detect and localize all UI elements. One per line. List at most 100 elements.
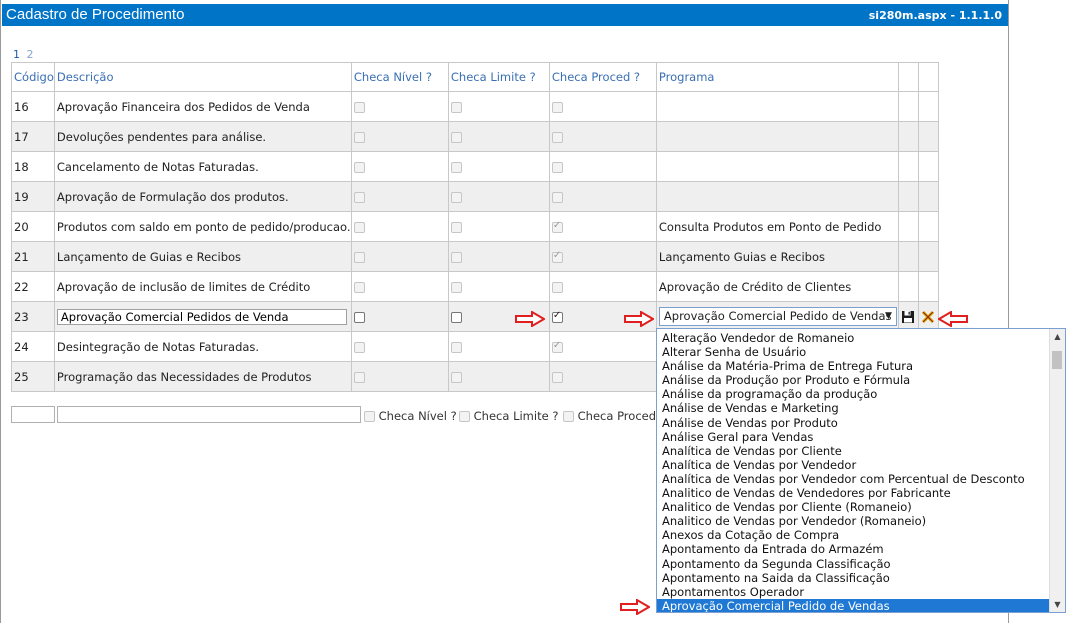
save-floppy-icon[interactable] (901, 310, 915, 324)
dropdown-option[interactable]: Análise Geral para Vendas (657, 430, 1051, 444)
dropdown-option[interactable]: Análise da programação da produção (657, 387, 1051, 401)
row-limite (447, 361, 550, 392)
table-row[interactable]: 19 Aprovação de Formulação dos produtos. (11, 181, 939, 212)
scroll-down-icon[interactable]: ▼ (1050, 597, 1065, 612)
row-nivel (350, 271, 449, 302)
limite-checkbox[interactable] (450, 251, 462, 263)
col-header-desc[interactable]: Descrição (53, 62, 352, 92)
col-header-programa[interactable]: Programa (655, 62, 899, 92)
table-row[interactable]: 20 Produtos com saldo em ponto de pedido/… (11, 211, 939, 242)
table-row-editing[interactable]: 23 Aprovação Comercial Pedido de Vendas▼ (11, 301, 939, 332)
row-desc: Aprovação Financeira dos Pedidos de Vend… (53, 91, 352, 122)
new-nivel-checkbox[interactable] (364, 411, 375, 422)
limite-checkbox[interactable] (450, 101, 462, 113)
dropdown-option[interactable]: Análise de Vendas e Marketing (657, 401, 1051, 415)
new-desc-input[interactable] (57, 406, 361, 423)
programa-dropdown-list[interactable]: Alteração Vendedor de Romaneio Alterar Se… (656, 328, 1066, 613)
nivel-checkbox[interactable] (353, 251, 365, 263)
new-code-input[interactable] (11, 406, 55, 423)
proced-checkbox[interactable] (551, 101, 563, 113)
row-code: 21 (11, 241, 55, 272)
new-limite-checkbox[interactable] (459, 411, 470, 422)
col-header-limite[interactable]: Checa Limite ? (447, 62, 550, 92)
proced-checkbox[interactable] (551, 131, 563, 143)
dropdown-option[interactable]: Analítica de Vendas por Vendedor (657, 458, 1051, 472)
dropdown-option[interactable]: Analítica de Vendas por Cliente (657, 444, 1051, 458)
nivel-checkbox[interactable] (353, 101, 365, 113)
dropdown-options: Alteração Vendedor de Romaneio Alterar Se… (657, 331, 1051, 612)
proced-checkbox[interactable] (551, 340, 563, 353)
table-row[interactable]: 17 Devoluções pendentes para análise. (11, 121, 939, 152)
dropdown-option[interactable]: Análise da Matéria-Prima de Entrega Futu… (657, 359, 1051, 373)
desc-edit-input[interactable] (56, 308, 347, 325)
proced-checkbox[interactable] (551, 250, 563, 263)
row-proced (548, 271, 657, 302)
limite-checkbox[interactable] (450, 161, 462, 173)
dropdown-caret-icon[interactable]: ▼ (885, 308, 892, 325)
row-action-1 (897, 271, 919, 302)
proced-checkbox[interactable] (551, 191, 563, 203)
proced-checkbox[interactable] (551, 310, 563, 323)
dropdown-option[interactable]: Anexos da Cotação de Compra (657, 528, 1051, 542)
dropdown-option[interactable]: Analitico de Vendas por Cliente (Romanei… (657, 500, 1051, 514)
dropdown-option[interactable]: Apontamento da Segunda Classificação (657, 557, 1051, 571)
proced-checkbox[interactable] (551, 371, 563, 383)
nivel-checkbox[interactable] (353, 281, 365, 293)
row-desc: Cancelamento de Notas Faturadas. (53, 151, 352, 182)
col-header-nivel[interactable]: Checa Nível ? (350, 62, 449, 92)
table-row[interactable]: 22 Aprovação de inclusão de limites de Cr… (11, 271, 939, 302)
nivel-checkbox[interactable] (353, 221, 365, 233)
limite-checkbox[interactable] (450, 221, 462, 233)
nivel-checkbox[interactable] (353, 191, 365, 203)
proced-checkbox[interactable] (551, 281, 563, 293)
nivel-checkbox[interactable] (353, 371, 365, 383)
dropdown-option[interactable]: Aprovação Comercial Pedido de Vendas (657, 598, 1051, 612)
cancel-x-icon[interactable] (921, 310, 935, 324)
dropdown-option[interactable]: Analitico de Vendas de Vendedores por Fa… (657, 486, 1051, 500)
row-proced (548, 361, 657, 392)
row-desc: Aprovação de inclusão de limites de Créd… (53, 271, 352, 302)
dropdown-option[interactable]: Análise de Vendas por Produto (657, 416, 1051, 430)
limite-checkbox[interactable] (450, 131, 462, 143)
dropdown-option[interactable]: Apontamento na Saida da Classificação (657, 571, 1051, 585)
table-row[interactable]: 21Lançamento de Guias e Recibos Lançament… (11, 241, 939, 272)
row-nivel (350, 121, 449, 152)
row-code: 24 (11, 331, 55, 362)
table-row[interactable]: 16 Aprovação Financeira dos Pedidos de Ve… (11, 91, 939, 122)
col-header-code[interactable]: Código (11, 62, 55, 92)
nivel-checkbox[interactable] (353, 131, 365, 143)
dropdown-scrollbar[interactable]: ▲ ▼ (1049, 329, 1065, 612)
arrow-right-icon (515, 311, 545, 327)
programa-select[interactable]: Aprovação Comercial Pedido de Vendas ▼ (658, 307, 897, 326)
arrow-left-icon (938, 311, 968, 327)
dropdown-option[interactable]: Analítica de Vendas por Vendedor com Per… (657, 472, 1051, 486)
limite-checkbox[interactable] (450, 281, 462, 293)
dropdown-option[interactable]: Alteração Vendedor de Romaneio (657, 331, 1051, 345)
new-proced-label: Checa Proced ? (577, 409, 666, 423)
page-1[interactable]: 1 (13, 48, 20, 61)
dropdown-option[interactable]: Apontamentos Operador (657, 585, 1051, 599)
dropdown-option[interactable]: Alterar Senha de Usuário (657, 345, 1051, 359)
new-proced-checkbox[interactable] (563, 411, 574, 422)
dropdown-option[interactable]: Análise da Produção por Produto e Fórmul… (657, 373, 1051, 387)
scroll-thumb[interactable] (1052, 351, 1062, 369)
page-2-link[interactable]: 2 (27, 48, 34, 61)
table-row[interactable]: 18 Cancelamento de Notas Faturadas. (11, 151, 939, 182)
row-programa (655, 181, 899, 212)
dropdown-option[interactable]: Analitico de Vendas por Vendedor (Romane… (657, 514, 1051, 528)
col-header-proced[interactable]: Checa Proced ? (548, 62, 657, 92)
nivel-checkbox[interactable] (353, 341, 365, 353)
limite-checkbox[interactable] (450, 191, 462, 203)
proced-checkbox[interactable] (551, 161, 563, 173)
proced-checkbox[interactable] (551, 220, 563, 233)
title-bar: Cadastro de Procedimento si280m.aspx - 1… (2, 4, 1008, 26)
limite-checkbox[interactable] (450, 341, 462, 353)
dropdown-option[interactable]: Apontamento da Entrada do Armazém (657, 542, 1051, 556)
nivel-checkbox[interactable] (353, 161, 365, 173)
limite-checkbox[interactable] (450, 311, 462, 323)
scroll-up-icon[interactable]: ▲ (1050, 329, 1065, 344)
limite-checkbox[interactable] (450, 371, 462, 383)
row-code: 18 (11, 151, 55, 182)
new-nivel-group: Checa Nível ? (364, 409, 457, 423)
nivel-checkbox[interactable] (353, 311, 365, 323)
